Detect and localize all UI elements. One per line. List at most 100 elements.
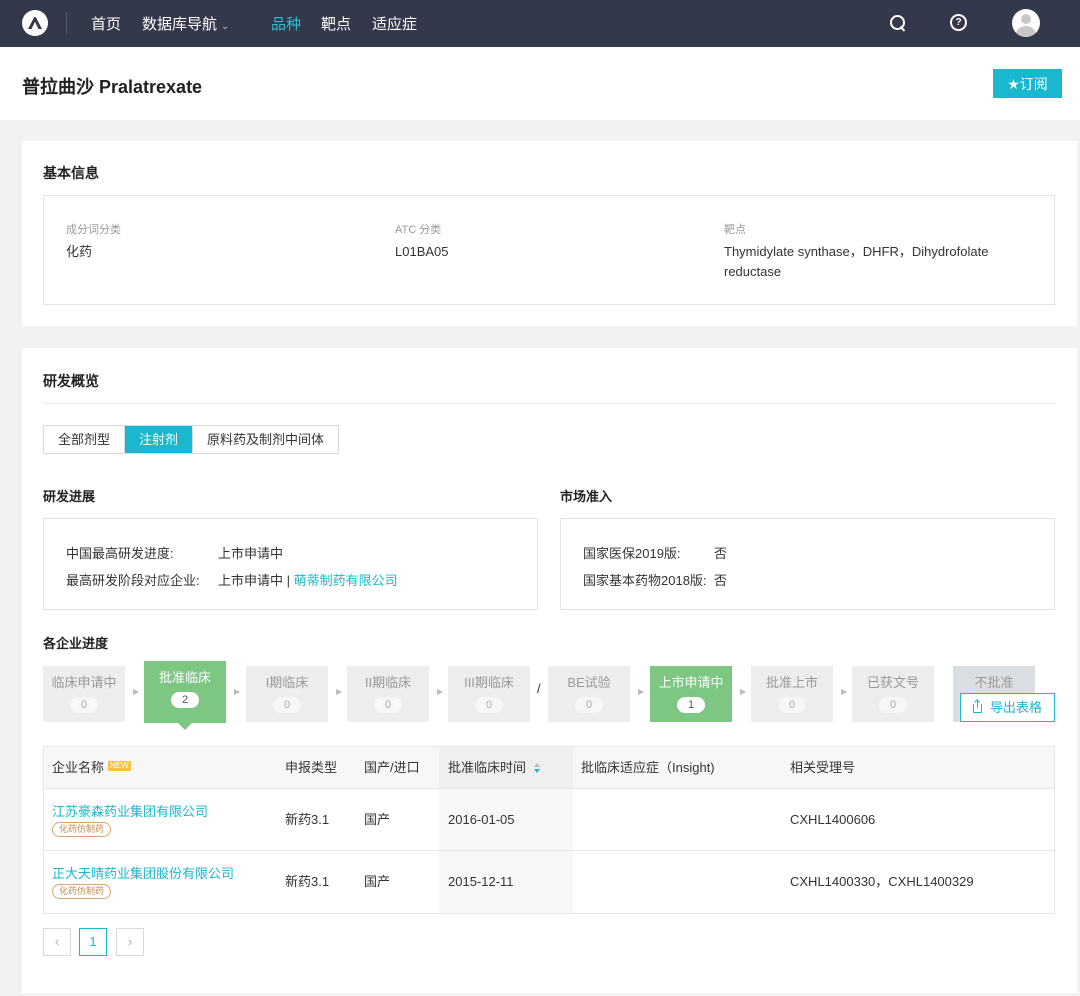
tab-api-intermediates[interactable]: 原料药及制剂中间体 [193,426,339,453]
tab-injection[interactable]: 注射剂 [125,426,194,453]
stage-label: 批准上市 [765,675,818,690]
china-top-stage-value: 上市申请中 [218,546,284,561]
arrow-right-icon: ▶ [336,687,343,696]
help-icon[interactable]: ? [950,14,967,31]
market-access-box: 国家医保2019版: 否 国家基本药物2018版: 否 [560,518,1055,610]
rd-overview-title: 研发概览 [43,373,99,389]
table-row: 正大天晴药业集团股份有限公司 化药仿制药 新药3.1 国产 2015-12-11… [44,851,1054,913]
nav-targets[interactable]: 靶点 [321,13,351,34]
stage-market-application[interactable]: 上市申请中 1 [650,666,732,722]
col-origin: 国产/进口 [364,760,420,775]
title-bar: 普拉曲沙 Pralatrexate ★订阅 [0,47,1080,120]
col-application-type: 申报类型 [285,760,338,775]
stage-phase-3[interactable]: III期临床 0 [448,666,530,722]
company-link[interactable]: 正大天晴药业集团股份有限公司 [52,863,234,882]
col-approval-date-label: 批准临床时间 [448,760,527,775]
acceptance-number-link[interactable]: CXHL1400606 [790,789,875,850]
next-page-button[interactable]: › [116,928,144,956]
composition-class-value: 化药 [66,244,93,259]
stage-phase-2[interactable]: II期临床 0 [347,666,429,722]
company-link[interactable]: 江苏豪森药业集团有限公司 [52,801,208,820]
stage-count: 1 [677,697,705,713]
rd-progress-box: 中国最高研发进度: 上市申请中 最高研发阶段对应企业: 上市申请中 | 萌蒂制药… [43,518,538,610]
application-type: 新药3.1 [285,812,330,827]
export-table-label: 导出表格 [989,700,1042,715]
acceptance-number-link[interactable]: CXHL1400330，CXHL1400329 [790,851,974,913]
top-company-link[interactable]: 萌蒂制药有限公司 [294,573,398,588]
stage-count: 0 [475,697,503,713]
top-company-separator: | [286,573,291,588]
arrow-right-icon: ▶ [133,687,140,696]
arrow-right-icon: ▶ [638,687,645,696]
or-separator: / [537,681,541,696]
page-1-button[interactable]: 1 [79,928,107,956]
top-nav: 首页 数据库导航 ⌄ 品种 靶点 适应症 ? [0,0,1080,47]
approval-date: 2015-12-11 [439,851,573,913]
arrow-right-icon: ▶ [740,687,747,696]
stage-license-granted[interactable]: 已获文号 0 [852,666,934,722]
nav-database[interactable]: 数据库导航 ⌄ [142,13,229,34]
top-company-value: 上市申请中 | 萌蒂制药有限公司 [218,570,398,589]
arrow-right-icon: ▶ [234,687,241,696]
stage-count: 0 [879,697,907,713]
stage-market-approved[interactable]: 批准上市 0 [751,666,833,722]
company-progress-title: 各企业进度 [43,636,109,651]
stage-phase-1[interactable]: I期临床 0 [246,666,328,722]
origin: 国产 [364,874,391,889]
nav-home[interactable]: 首页 [91,13,121,34]
stage-label: 不批准 [974,675,1014,690]
stage-label: 批准临床 [158,670,211,685]
basic-info-box: 成分词分类 化药 ATC 分类 L01BA05 靶点 Thymidylate s… [43,195,1055,305]
nav-varieties[interactable]: 品种 [271,13,301,34]
top-company-stage: 上市申请中 [218,573,284,588]
avatar[interactable] [1012,9,1040,37]
stage-count: 0 [374,697,402,713]
basic-info-title: 基本信息 [43,165,99,181]
nav-database-label: 数据库导航 [142,16,218,33]
prev-page-button[interactable]: ‹ [43,928,71,956]
composition-class-label: 成分词分类 [66,224,121,236]
arrow-right-icon: ▶ [841,687,848,696]
top-company-label: 最高研发阶段对应企业: [66,573,200,588]
basic-info-card: 基本信息 成分词分类 化药 ATC 分类 L01BA05 靶点 Thymidyl… [22,141,1077,326]
edl-label: 国家基本药物2018版: [583,573,707,588]
subscribe-button[interactable]: ★订阅 [993,69,1062,98]
atc-class-value: L01BA05 [395,244,449,259]
drug-type-tag: 化药仿制药 [52,884,112,899]
stage-label: II期临床 [364,675,412,690]
edl-value: 否 [714,573,728,588]
rd-progress-title: 研发进展 [43,489,96,504]
stage-clinical-application[interactable]: 临床申请中 0 [43,666,125,722]
stage-be-trial[interactable]: BE试验 0 [548,666,630,722]
search-icon[interactable] [889,14,907,32]
company-table: 企业名称 NEW 申报类型 国产/进口 批准临床时间 批临床适应症（Insight… [43,746,1055,914]
tab-all-forms[interactable]: 全部剂型 [44,426,126,453]
stage-count: 0 [778,697,806,713]
stage-label: 临床申请中 [51,675,117,690]
table-row: 江苏豪森药业集团有限公司 化药仿制药 新药3.1 国产 2016-01-05 C… [44,789,1054,851]
market-access-title: 市场准入 [560,489,613,504]
stage-label: III期临床 [464,675,514,690]
section-divider [43,403,1055,404]
application-type: 新药3.1 [285,874,330,889]
nrdl-label: 国家医保2019版: [583,546,681,561]
arrow-right-icon: ▶ [437,687,444,696]
stage-label: BE试验 [567,675,611,690]
chevron-down-icon: ⌄ [221,21,230,32]
target-value: Thymidylate synthase，DHFR，Dihydrofolate … [724,244,989,279]
atc-class-label: ATC 分类 [395,224,442,236]
nav-indications[interactable]: 适应症 [372,13,417,34]
logo-icon[interactable] [22,10,48,36]
col-indication: 批临床适应症（Insight) [581,760,715,775]
stage-count: 0 [70,697,98,713]
stage-clinical-approved[interactable]: 批准临床 2 [144,661,226,730]
table-header: 企业名称 NEW 申报类型 国产/进口 批准临床时间 批临床适应症（Insight… [44,747,1054,789]
col-acceptance-numbers: 相关受理号 [790,760,856,775]
col-approval-date[interactable]: 批准临床时间 [439,747,573,788]
export-table-button[interactable]: 导出表格 [960,693,1055,722]
china-top-stage-label: 中国最高研发进度: [66,546,174,561]
sort-icon[interactable] [534,763,541,773]
nav-divider [66,12,67,34]
origin: 国产 [364,812,391,827]
page-title: 普拉曲沙 Pralatrexate [22,77,203,97]
